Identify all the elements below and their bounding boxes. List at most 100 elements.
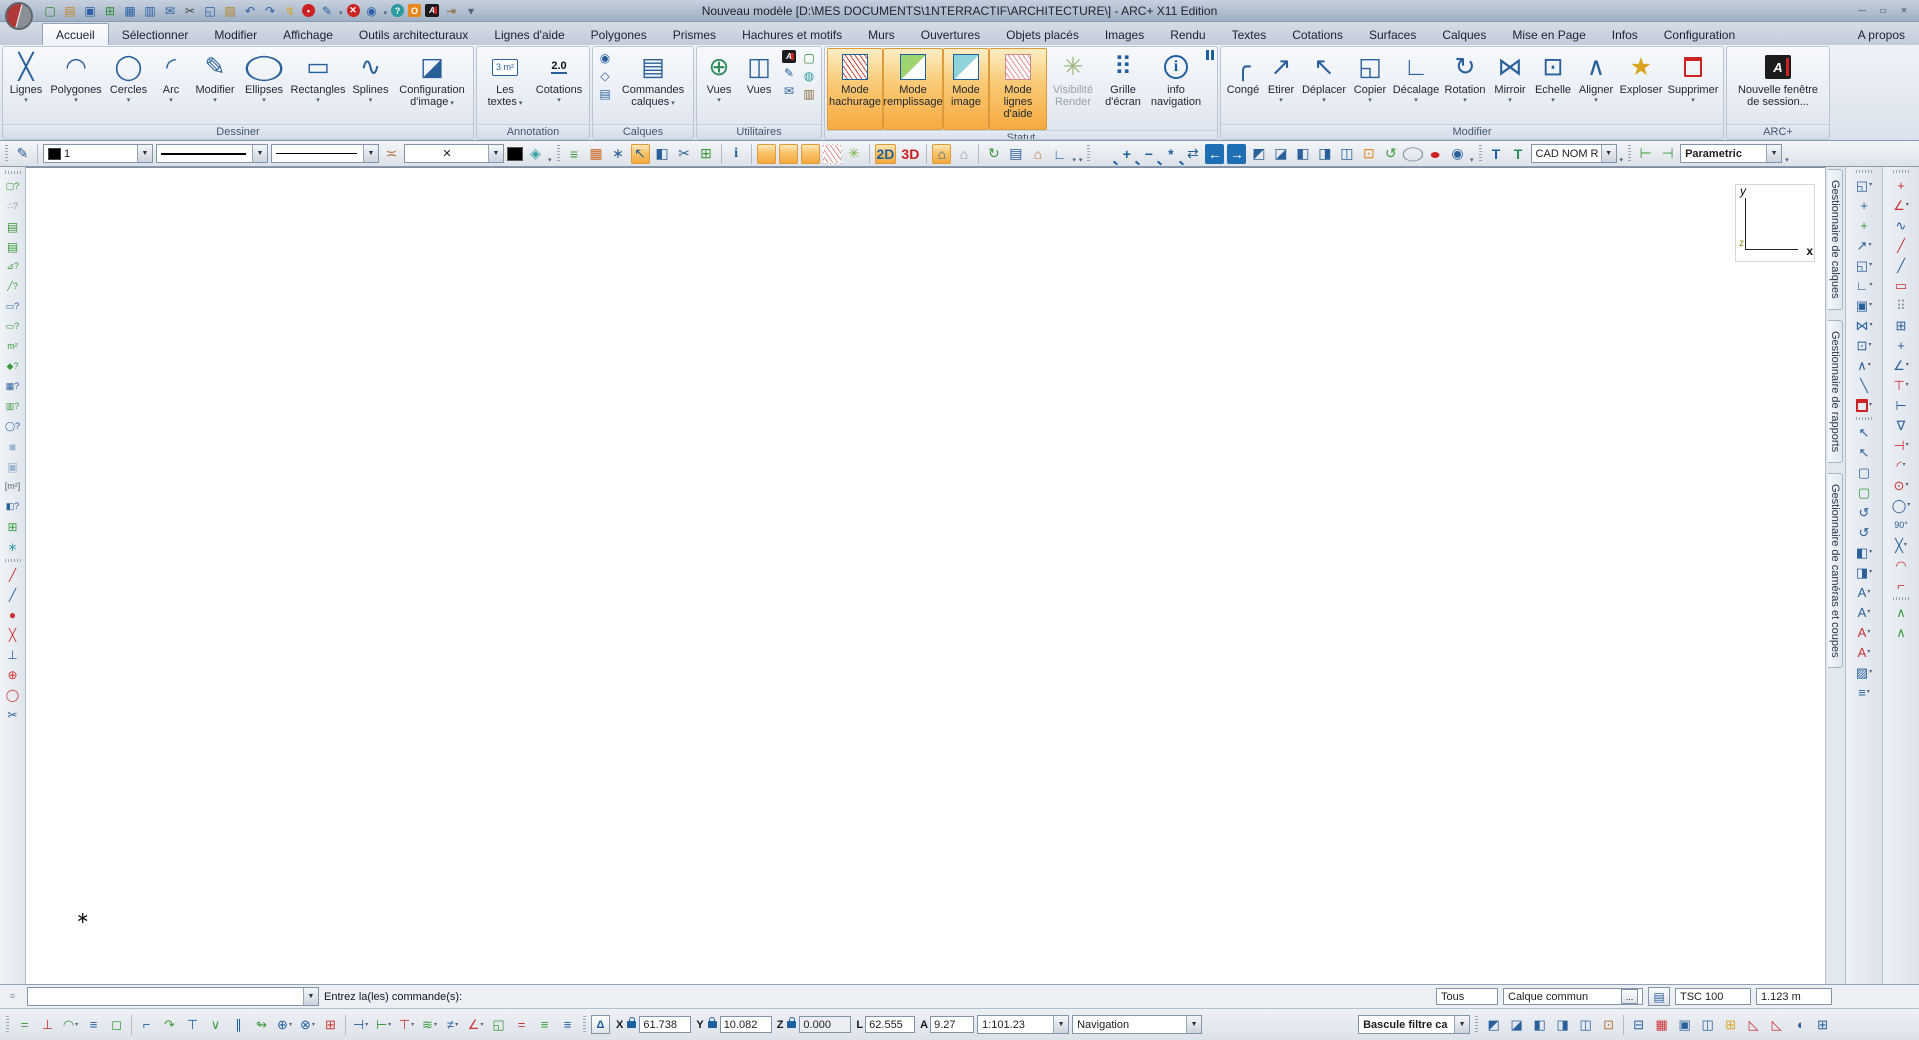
filter-dropdown-icon[interactable]: ▼ bbox=[1454, 1016, 1469, 1033]
view-iso-icon[interactable]: ◩ bbox=[1483, 1014, 1504, 1035]
guide-slope-icon-dropdown[interactable]: ▾ bbox=[480, 1022, 483, 1028]
fill-display-icon[interactable] bbox=[779, 144, 798, 164]
tsc-field[interactable]: TSC 100 bbox=[1675, 988, 1751, 1005]
visibility-icon[interactable]: ◉ bbox=[364, 3, 380, 19]
grid-icon[interactable]: ⊞ bbox=[1896, 319, 1907, 332]
page-cad-icon[interactable]: ▥ bbox=[800, 86, 818, 102]
new-file-icon[interactable]: ▢ bbox=[42, 3, 58, 19]
render-flower-icon[interactable]: ✳ bbox=[845, 144, 864, 164]
rect2-query-icon[interactable]: ▭? bbox=[2, 317, 23, 336]
linetype-combo-dropdown-icon[interactable]: ▼ bbox=[252, 145, 267, 162]
vues-zoom-button[interactable]: ⊕Vues▾ bbox=[699, 48, 739, 124]
z-coordinate-field[interactable]: 0.000 bbox=[799, 1016, 851, 1033]
navigation-mode-combo[interactable]: Navigation▼ bbox=[1072, 1015, 1202, 1034]
info-circle-icon[interactable]: i bbox=[727, 144, 746, 164]
guide-level-icon-dropdown[interactable]: ▾ bbox=[455, 1022, 458, 1028]
statusbar-grip2[interactable] bbox=[583, 1016, 586, 1034]
cut-icon[interactable]: ✂ bbox=[182, 3, 198, 19]
tangent-tool-icon[interactable]: ◯ bbox=[1892, 499, 1907, 512]
text-check-icon[interactable]: T bbox=[1509, 144, 1528, 164]
app-logo[interactable] bbox=[5, 2, 33, 30]
parametric-combo[interactable]: Parametric▼ bbox=[1680, 144, 1782, 163]
save-all-icon[interactable]: ⊞ bbox=[102, 3, 118, 19]
copier-button[interactable]: ◱Copier▾ bbox=[1349, 48, 1391, 124]
ucs-axis-icon[interactable]: ∟ bbox=[1050, 144, 1069, 164]
guide-attach2-icon[interactable]: ⊗ bbox=[300, 1018, 311, 1031]
draw-corner-icon-dropdown[interactable]: ▾ bbox=[1906, 202, 1909, 208]
view-cube-4-icon[interactable]: ◨ bbox=[1315, 144, 1334, 164]
scale-combo[interactable]: 1:101.23▼ bbox=[977, 1015, 1069, 1034]
scale-dropdown-icon[interactable]: ▼ bbox=[1053, 1016, 1068, 1033]
dot-grid-icon[interactable]: ⠿ bbox=[1896, 299, 1906, 312]
mode-hachurage-button[interactable]: Mode hachurage bbox=[827, 48, 883, 130]
guide-project-icon[interactable]: ↬ bbox=[256, 1018, 267, 1031]
tab-ouvertures[interactable]: Ouvertures bbox=[908, 24, 993, 45]
navigation-dropdown-icon[interactable]: ▼ bbox=[1186, 1016, 1201, 1033]
hatch-edit-icon-dropdown[interactable]: ▾ bbox=[1869, 669, 1872, 675]
y-coordinate-field-lock-icon[interactable] bbox=[708, 1021, 717, 1028]
splines-button[interactable]: ∿Splines▾ bbox=[348, 48, 393, 124]
visibilite-render-button[interactable]: ✳Visibilité Render bbox=[1047, 48, 1099, 130]
z-coordinate-field-lock-icon[interactable] bbox=[787, 1021, 796, 1028]
view-3d-icon[interactable]: ⊡ bbox=[1598, 1014, 1619, 1035]
x-coordinate-field-lock-icon[interactable] bbox=[627, 1021, 636, 1028]
exploser-button[interactable]: ★Exploser bbox=[1617, 48, 1665, 124]
toolbar-grip[interactable] bbox=[5, 145, 8, 163]
regen-icon[interactable]: ↻ bbox=[984, 144, 1003, 164]
cube-plus-icon-dropdown[interactable]: ▾ bbox=[1869, 549, 1872, 555]
arc-mini-icon[interactable]: A bbox=[782, 50, 796, 63]
tab-configuration[interactable]: Configuration bbox=[1651, 24, 1748, 45]
browse-layers-button[interactable]: ... bbox=[1621, 989, 1638, 1004]
draw-line2-icon[interactable]: ╱ bbox=[1897, 239, 1905, 252]
pause-icon[interactable] bbox=[1206, 50, 1214, 60]
plan-area-icon[interactable]: ▦? bbox=[2, 377, 23, 396]
guide-offset-icon[interactable]: ≡ bbox=[90, 1018, 98, 1031]
select-window-icon[interactable]: ▢ bbox=[1858, 466, 1870, 479]
linewidth-combo-dropdown-icon[interactable]: ▼ bbox=[363, 145, 378, 162]
guide-level-icon[interactable]: ≠ bbox=[447, 1018, 454, 1031]
dim-vertical-icon[interactable]: ⊢ bbox=[1895, 399, 1906, 412]
rotation-button[interactable]: ↻Rotation▾ bbox=[1441, 48, 1489, 124]
paste-icon[interactable]: ▧ bbox=[222, 3, 238, 19]
guide-wave-icon-dropdown[interactable]: ▾ bbox=[434, 1022, 437, 1028]
stop-hand-icon[interactable]: • bbox=[302, 4, 315, 17]
roof-icon[interactable]: ∧ bbox=[1896, 606, 1906, 619]
tab-accueil[interactable]: Accueil bbox=[42, 23, 109, 45]
guide-dim1-icon-dropdown[interactable]: ▾ bbox=[365, 1022, 368, 1028]
toolbar-overflow-icon[interactable]: ▾ bbox=[1620, 156, 1624, 166]
toolbar-overflow-icon[interactable]: ▾ bbox=[548, 156, 552, 166]
image-frame-icon[interactable]: ▤ bbox=[1006, 144, 1025, 164]
command-input[interactable]: ▼ bbox=[27, 987, 319, 1006]
mode-3d-icon[interactable]: 3D bbox=[899, 144, 921, 164]
snap-perpendicular-icon[interactable]: ⊥ bbox=[2, 645, 23, 664]
view-cube-6-icon[interactable]: ⊡ bbox=[1359, 144, 1378, 164]
offset-icon-dropdown[interactable]: ▾ bbox=[1869, 282, 1872, 288]
prev-view-icon[interactable]: ⌂ bbox=[954, 144, 973, 164]
scale-icon-dropdown[interactable]: ▾ bbox=[1868, 342, 1871, 348]
shadow-icon[interactable]: ◖ bbox=[1789, 1014, 1810, 1035]
cad-name-combo[interactable]: CAD NOM R▼ bbox=[1531, 144, 1617, 163]
section-bar-icon[interactable]: ▦ bbox=[1651, 1014, 1672, 1035]
circle-tool-icon[interactable]: ⊙ bbox=[1894, 479, 1905, 492]
window-layout-icon[interactable]: ⊞ bbox=[697, 144, 716, 164]
cut-ratio-icon[interactable]: ✂ bbox=[675, 144, 694, 164]
snap-endpoint-icon[interactable]: ╱ bbox=[2, 565, 23, 584]
arc-logo-icon[interactable]: A bbox=[425, 4, 439, 17]
stretch-icon-dropdown[interactable]: ▾ bbox=[1868, 242, 1871, 248]
draw-corner-icon[interactable]: ∠ bbox=[1893, 199, 1905, 212]
move-icon[interactable]: + bbox=[1860, 199, 1868, 212]
pen-icon[interactable]: ✎ bbox=[319, 3, 335, 19]
layer-visibility-eye-icon[interactable]: ◉ bbox=[596, 50, 614, 66]
zoom-extents-icon[interactable]: * bbox=[1161, 144, 1180, 164]
home-view-icon[interactable]: ⌂ bbox=[932, 144, 951, 164]
toolbar-overflow-icon[interactable]: ▾ bbox=[1785, 156, 1789, 166]
guide-arc-icon-dropdown[interactable]: ▾ bbox=[75, 1022, 78, 1028]
tab-lignes-d-aide[interactable]: Lignes d'aide bbox=[481, 24, 577, 45]
command-handle-icon[interactable]: ≡ bbox=[3, 987, 22, 1006]
y-coordinate-field[interactable]: 10.082 bbox=[720, 1016, 772, 1033]
tab-a-propos[interactable]: A propos bbox=[1854, 24, 1909, 45]
edit-tools-icon[interactable]: ∗ bbox=[609, 144, 628, 164]
decalage-button[interactable]: ∟Décalage▾ bbox=[1391, 48, 1441, 124]
edit-surface-icon[interactable]: ◱ bbox=[1856, 179, 1868, 192]
param-constraint2-icon[interactable]: ⊣ bbox=[1658, 144, 1677, 164]
